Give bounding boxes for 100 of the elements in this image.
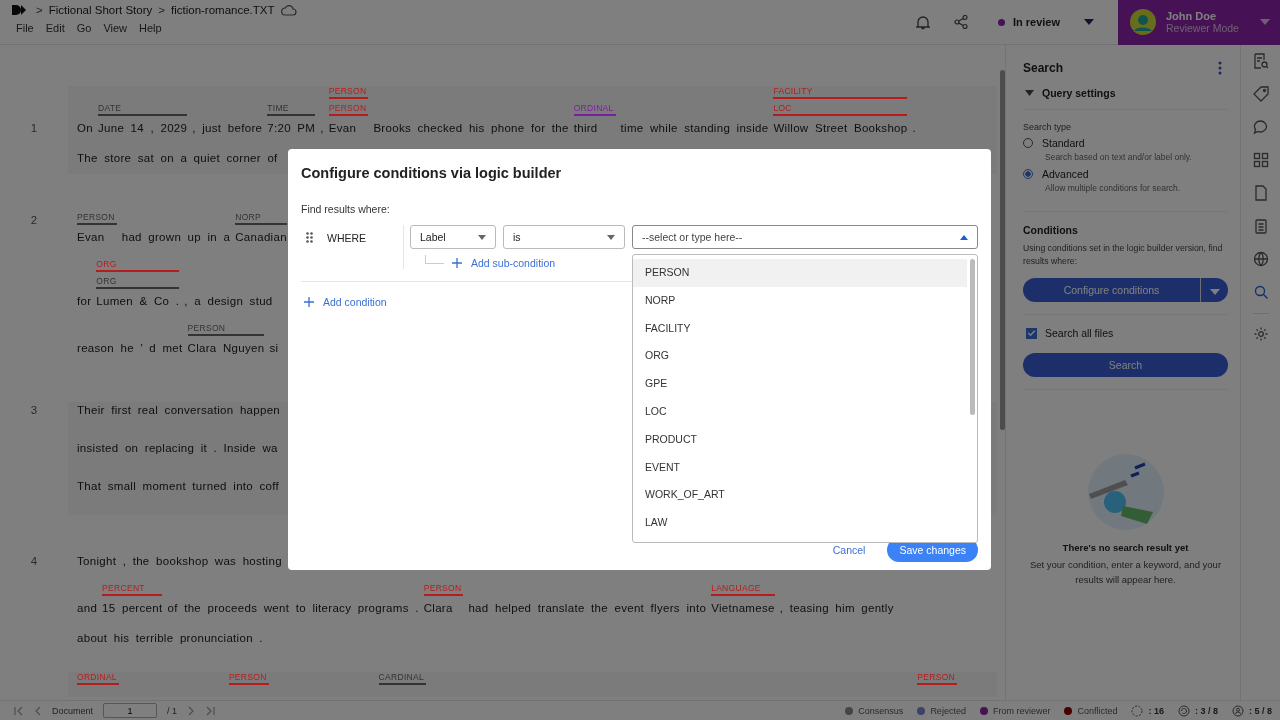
bell-icon[interactable]: [915, 14, 930, 30]
entity-label[interactable]: PERSON: [77, 212, 117, 225]
option-description: Search based on text and/or label only.: [1044, 152, 1193, 162]
dropdown-option[interactable]: PERSON: [633, 259, 967, 287]
dropdown-option[interactable]: EVENT: [633, 453, 967, 482]
legend-label: Consensus: [858, 705, 904, 716]
annotated-text[interactable]: Evan: [328, 120, 369, 136]
comment-icon[interactable]: [1252, 119, 1269, 135]
pager-label: Document: [52, 705, 94, 716]
breadcrumb-separator: >: [158, 4, 165, 16]
radio-button[interactable]: [1023, 169, 1033, 179]
radio-label[interactable]: Advanced: [1042, 168, 1089, 180]
document-text: reason he ’ d met: [77, 341, 183, 356]
breadcrumb-link[interactable]: Fictional Short Story: [48, 4, 153, 16]
panel-title: Search: [1023, 61, 1064, 75]
menu-item[interactable]: Help: [139, 22, 162, 34]
field-label: Search type: [1023, 122, 1073, 132]
checkbox[interactable]: [1026, 327, 1037, 339]
page-input[interactable]: 1: [103, 703, 158, 718]
document-text: had grown up in a: [121, 230, 231, 245]
annotated-text[interactable]: 15 percent: [102, 600, 163, 616]
annotated-text[interactable]: Willow Street Bookshop: [773, 120, 908, 136]
breadcrumb-separator: >: [36, 4, 43, 16]
document-text: Brooks checked his phone for the: [373, 121, 569, 136]
dropdown-button[interactable]: [1201, 278, 1228, 302]
annotated-text[interactable]: Lumen & Co .: [96, 293, 180, 309]
page-total: / 1: [167, 705, 178, 716]
last-page-icon[interactable]: [205, 705, 216, 716]
dropdown-option[interactable]: LOC: [633, 398, 967, 426]
dropdown-option[interactable]: NORP: [633, 286, 967, 315]
user-menu[interactable]: John Doe Reviewer Mode: [1118, 0, 1280, 45]
add-sub-condition-link[interactable]: Add sub-condition: [452, 257, 556, 269]
checkbox-label[interactable]: Search all files: [1045, 327, 1114, 339]
dropdown-option[interactable]: ORG: [633, 342, 967, 371]
drag-handle-icon[interactable]: [306, 232, 313, 243]
cancel-button[interactable]: Cancel: [826, 543, 872, 557]
configure-button[interactable]: Configure conditions: [1023, 278, 1201, 302]
user-name: John Doe: [1166, 10, 1218, 22]
search-icon[interactable]: [1252, 284, 1269, 300]
value-combobox[interactable]: --select or type here--: [632, 225, 978, 249]
document-text: for: [77, 294, 92, 309]
annotated-text[interactable]: Canadian: [235, 229, 287, 245]
annotated-text[interactable]: June 14 , 2029: [97, 120, 188, 136]
entity-label[interactable]: PERSON: [187, 323, 265, 336]
share-icon[interactable]: [953, 15, 968, 29]
dropdown-option[interactable]: WORK_OF_ART: [633, 481, 967, 510]
dropdown-option[interactable]: LAW: [633, 509, 967, 537]
document-text: Tonight , the bookshop was hosting: [77, 554, 282, 569]
annotated-text[interactable]: Clara Nguyen: [187, 340, 265, 356]
badge-icon: [1131, 704, 1144, 717]
refresh-icon: [1177, 704, 1190, 717]
document-text: The store sat on a quiet corner of: [77, 151, 278, 166]
entity-label[interactable]: CARDINAL: [378, 672, 426, 685]
search-button[interactable]: Search: [1023, 353, 1228, 377]
previous-icon[interactable]: [34, 705, 42, 716]
plus-icon: [304, 297, 314, 307]
tag-icon[interactable]: [1252, 86, 1269, 102]
annotated-text[interactable]: third: [573, 120, 616, 136]
entity-label[interactable]: DATE: [97, 103, 188, 116]
next-icon[interactable]: [187, 705, 196, 716]
document-text: ,: [320, 121, 324, 136]
radio-label[interactable]: Standard: [1042, 137, 1085, 149]
document-text: si: [269, 341, 279, 356]
counter-value: : 3 / 8: [1194, 705, 1218, 716]
comparator-select[interactable]: is: [503, 225, 625, 249]
dropdown-option[interactable]: PRODUCT: [633, 425, 967, 454]
globe-icon[interactable]: [1252, 251, 1269, 267]
empty-state-description: Set your condition, enter a keyword, and your results will appear here.: [1028, 558, 1223, 587]
file-icon[interactable]: [1252, 185, 1269, 201]
clipboard-icon[interactable]: [1252, 218, 1269, 234]
annotated-text[interactable]: 7:20 PM: [267, 120, 316, 136]
add-condition-link[interactable]: Add condition: [304, 296, 387, 308]
section-toggle[interactable]: Query settings: [1023, 87, 1228, 110]
doc-search-icon[interactable]: [1252, 53, 1269, 69]
legend-label: Conflicted: [1077, 705, 1118, 716]
dropdown-option[interactable]: FACILITY: [633, 314, 967, 343]
file-name: fiction-romance.TXT: [171, 4, 275, 16]
scrollbar[interactable]: [1000, 70, 1005, 430]
field-select[interactable]: Label: [410, 225, 496, 249]
menu-item[interactable]: Edit: [45, 22, 65, 34]
menu-item[interactable]: File: [16, 22, 34, 34]
first-page-icon[interactable]: [14, 705, 24, 716]
menu-item[interactable]: View: [103, 22, 128, 34]
grid-icon[interactable]: [1252, 152, 1269, 168]
gear-icon[interactable]: [1252, 326, 1269, 342]
caret-icon: [1209, 288, 1220, 295]
status-selector[interactable]: In review: [997, 16, 1094, 28]
scrollbar[interactable]: [970, 259, 975, 415]
entity-label[interactable]: TIME: [267, 103, 316, 116]
dropdown-option[interactable]: GPE: [633, 370, 967, 398]
operator-label: WHERE: [327, 232, 367, 244]
menu-item[interactable]: Go: [76, 22, 92, 34]
more-icon[interactable]: [1218, 61, 1222, 75]
logo-icon[interactable]: [12, 5, 28, 15]
entity-label[interactable]: ORG: [96, 276, 180, 289]
annotated-text[interactable]: Clara: [423, 600, 464, 616]
document-text: That small moment turned into coff: [77, 479, 280, 494]
annotated-text[interactable]: Vietnamese: [711, 600, 775, 616]
entity-label[interactable]: NORP: [235, 212, 287, 225]
annotated-text[interactable]: Evan: [77, 229, 117, 245]
